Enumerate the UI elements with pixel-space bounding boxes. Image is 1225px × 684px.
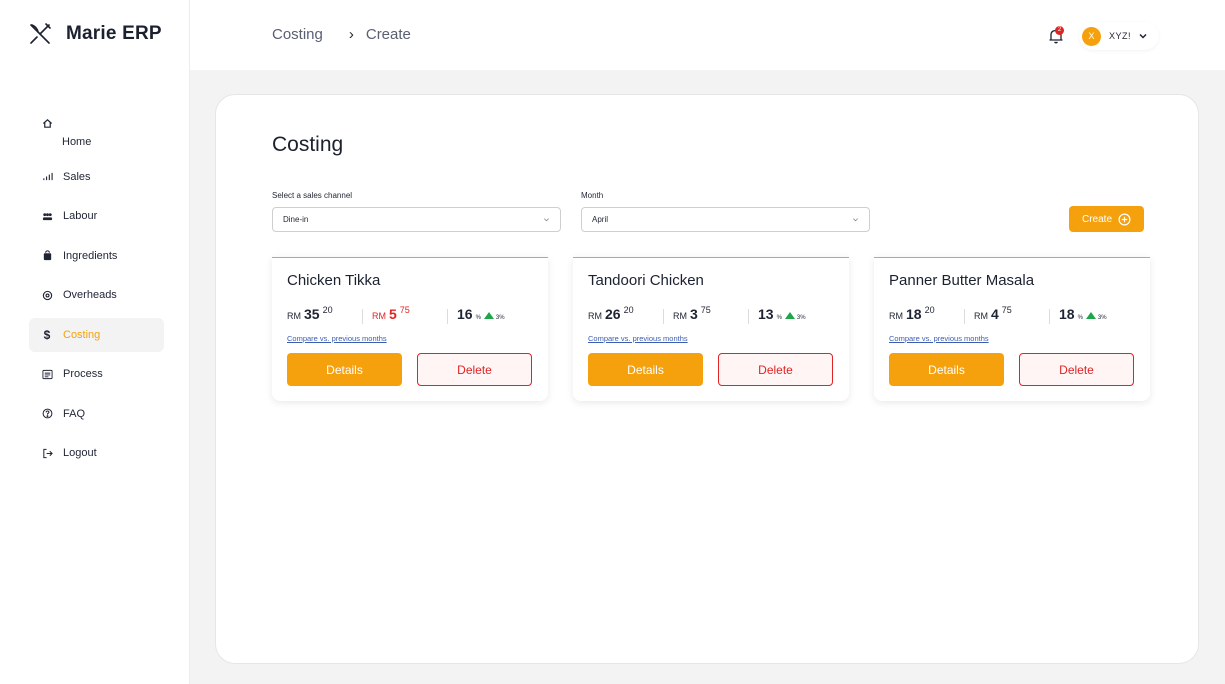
cost-price: RM 3 75 (673, 305, 711, 322)
chevron-right-icon: › (348, 26, 354, 43)
breadcrumb-costing[interactable]: Costing (272, 26, 323, 43)
page-title: Costing (272, 133, 344, 156)
divider (1049, 309, 1050, 324)
sidebar-item-process[interactable]: Process (29, 357, 164, 391)
cost-percentage: 16 % 3% (457, 306, 505, 322)
compare-link[interactable]: Compare vs. previous months (889, 334, 989, 343)
sidebar-item-label: Logout (63, 447, 97, 459)
user-name: XYZ! (1109, 31, 1132, 41)
compare-link[interactable]: Compare vs. previous months (287, 334, 387, 343)
sidebar-item-label: FAQ (63, 407, 86, 420)
brand-name: Marie ERP (66, 23, 162, 44)
costing-panel: Costing Select a sales channel Dine-in M… (215, 94, 1199, 664)
sales-channel-value: Dine-in (283, 215, 309, 224)
details-button[interactable]: Details (287, 353, 402, 386)
sidebar-item-faq[interactable]: FAQ (29, 397, 164, 431)
sidebar-item-sales[interactable]: Sales (29, 160, 164, 194)
chevron-down-icon (1139, 33, 1147, 39)
sidebar-item-labour[interactable]: Labour (29, 199, 164, 233)
cost-percentage: 13 % 3% (758, 306, 806, 322)
plus-circle-icon (1118, 213, 1131, 225)
delete-button[interactable]: Delete (718, 353, 833, 386)
card-title: Chicken Tikka (287, 272, 381, 289)
sidebar-nav: Home Sales Labour Ingredients Overheads (29, 110, 164, 476)
sales-channel-select[interactable]: Dine-in (272, 207, 561, 232)
chevron-down-icon (853, 218, 858, 222)
channel-label: Select a sales channel (272, 191, 353, 200)
costing-card: Tandoori Chicken RM 26 20 RM 3 75 13 % 3… (573, 257, 849, 401)
home-icon (40, 116, 54, 130)
selling-price: RM 26 20 (588, 305, 634, 322)
avatar: X (1082, 26, 1101, 46)
selling-price: RM 18 20 (889, 305, 935, 322)
card-title: Panner Butter Masala (889, 272, 1035, 289)
sidebar-item-home[interactable]: Home (29, 110, 164, 154)
trend-up-icon (483, 312, 494, 319)
breadcrumb-create: Create (365, 26, 411, 43)
list-icon (40, 367, 54, 381)
card-metrics: RM 26 20 RM 3 75 13 % 3% (588, 305, 838, 326)
create-button[interactable]: Create (1069, 206, 1144, 232)
dollar-icon: $ (43, 327, 51, 342)
card-title: Tandoori Chicken (588, 272, 704, 289)
notification-button[interactable]: 2 (1047, 26, 1065, 45)
compare-link[interactable]: Compare vs. previous months (588, 334, 688, 343)
gear-icon (40, 288, 54, 302)
users-icon (40, 209, 54, 223)
top-bar: Costing › Create 2 X XYZ! (190, 0, 1225, 70)
card-metrics: RM 35 20 RM 5 75 16 % 3% (287, 305, 537, 326)
chevron-down-icon (544, 218, 549, 222)
sidebar-item-label: Home (62, 136, 92, 148)
selling-price: RM 35 20 (287, 305, 333, 322)
sidebar-item-label: Labour (63, 210, 98, 222)
cost-percentage: 18 % 3% (1059, 306, 1107, 322)
user-menu[interactable]: X XYZ! (1079, 22, 1159, 50)
sidebar-item-label: Process (63, 368, 103, 380)
help-icon (40, 407, 54, 421)
trend-up-icon (1085, 312, 1096, 319)
month-label: Month (581, 191, 604, 200)
month-value: April (592, 215, 609, 224)
details-button[interactable]: Details (588, 353, 703, 386)
card-metrics: RM 18 20 RM 4 75 18 % 3% (889, 305, 1139, 326)
brand[interactable]: Marie ERP (28, 22, 162, 46)
bag-icon (40, 249, 54, 263)
chart-icon (40, 170, 54, 184)
details-button[interactable]: Details (889, 353, 1004, 386)
logout-icon (40, 446, 54, 460)
month-select[interactable]: April (581, 207, 870, 232)
notification-badge: 2 (1055, 26, 1064, 35)
cost-price: RM 5 75 (372, 305, 410, 322)
sidebar-item-label: Overheads (63, 289, 117, 301)
sidebar-item-label: Sales (63, 170, 91, 183)
create-button-label: Create (1081, 213, 1112, 225)
sidebar-item-costing[interactable]: $ Costing (29, 317, 164, 352)
delete-button[interactable]: Delete (1019, 353, 1134, 386)
sidebar-item-logout[interactable]: Logout (29, 436, 164, 470)
costing-card: Panner Butter Masala RM 18 20 RM 4 75 18… (874, 257, 1150, 401)
sidebar-item-label: Ingredients (63, 249, 118, 262)
trend-up-icon (784, 312, 795, 319)
delete-button[interactable]: Delete (417, 353, 532, 386)
cost-price: RM 4 75 (974, 305, 1012, 322)
sidebar-item-label: Costing (63, 328, 101, 341)
sidebar-item-ingredients[interactable]: Ingredients (29, 239, 164, 273)
utensils-logo-icon (30, 23, 51, 44)
sidebar-item-overheads[interactable]: Overheads (29, 278, 164, 312)
divider (447, 309, 448, 324)
divider (362, 309, 363, 324)
divider (663, 309, 664, 324)
costing-card: Chicken Tikka RM 35 20 RM 5 75 16 % 3% C… (272, 257, 548, 401)
breadcrumb: Costing › Create (272, 26, 411, 43)
divider (748, 309, 749, 324)
divider (964, 309, 965, 324)
sidebar: Marie ERP Home Sales Labour Ingredients (0, 0, 190, 684)
